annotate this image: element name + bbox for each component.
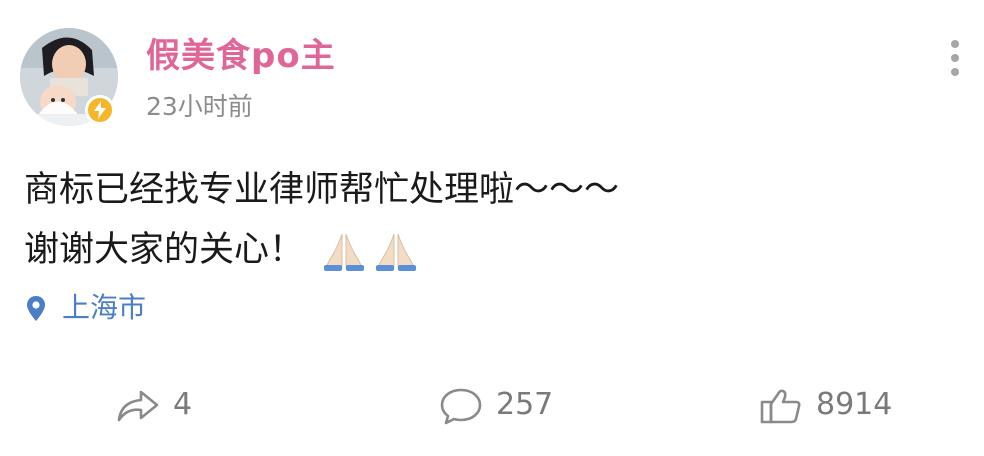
share-button[interactable]: 4: [115, 380, 225, 430]
comment-icon: [440, 388, 482, 425]
location-link[interactable]: 上海市: [24, 288, 184, 328]
post-text-line-with-emoji: 谢谢大家的关心！: [24, 220, 619, 281]
action-bar: 4 257 8914: [0, 380, 984, 430]
lightning-badge-icon: [85, 95, 115, 125]
location-label: 上海市: [62, 291, 147, 324]
like-button[interactable]: 8914: [758, 380, 908, 430]
emoji-group: [322, 221, 426, 281]
more-vertical-icon-dot: [951, 54, 959, 62]
username[interactable]: 假美食po主: [146, 36, 336, 76]
share-count: 4: [173, 387, 193, 422]
share-icon: [117, 390, 159, 422]
more-options-button[interactable]: [940, 38, 970, 78]
post-text-line: 谢谢大家的关心！: [24, 230, 305, 270]
comment-button[interactable]: 257: [438, 380, 578, 430]
post-text-line: 商标已经找专业律师帮忙处理啦～～～: [24, 170, 620, 210]
post-timestamp: 23小时前: [146, 92, 253, 121]
post-text: 商标已经找专业律师帮忙处理啦～～～ 谢谢大家的关心！: [24, 160, 619, 281]
like-count: 8914: [816, 387, 893, 422]
comment-count: 257: [496, 387, 554, 422]
more-vertical-icon-dot: [951, 68, 959, 76]
weibo-post-card: 假美食po主 23小时前 商标已经找专业律师帮忙处理啦～～～ 谢谢大家的关心！: [0, 0, 984, 456]
folded-hands-emoji-icon: [324, 233, 365, 271]
more-vertical-icon: [951, 40, 959, 48]
location-pin-icon: [27, 296, 45, 321]
folded-hands-emoji-icon: [376, 233, 417, 271]
thumbs-up-icon: [760, 389, 801, 424]
